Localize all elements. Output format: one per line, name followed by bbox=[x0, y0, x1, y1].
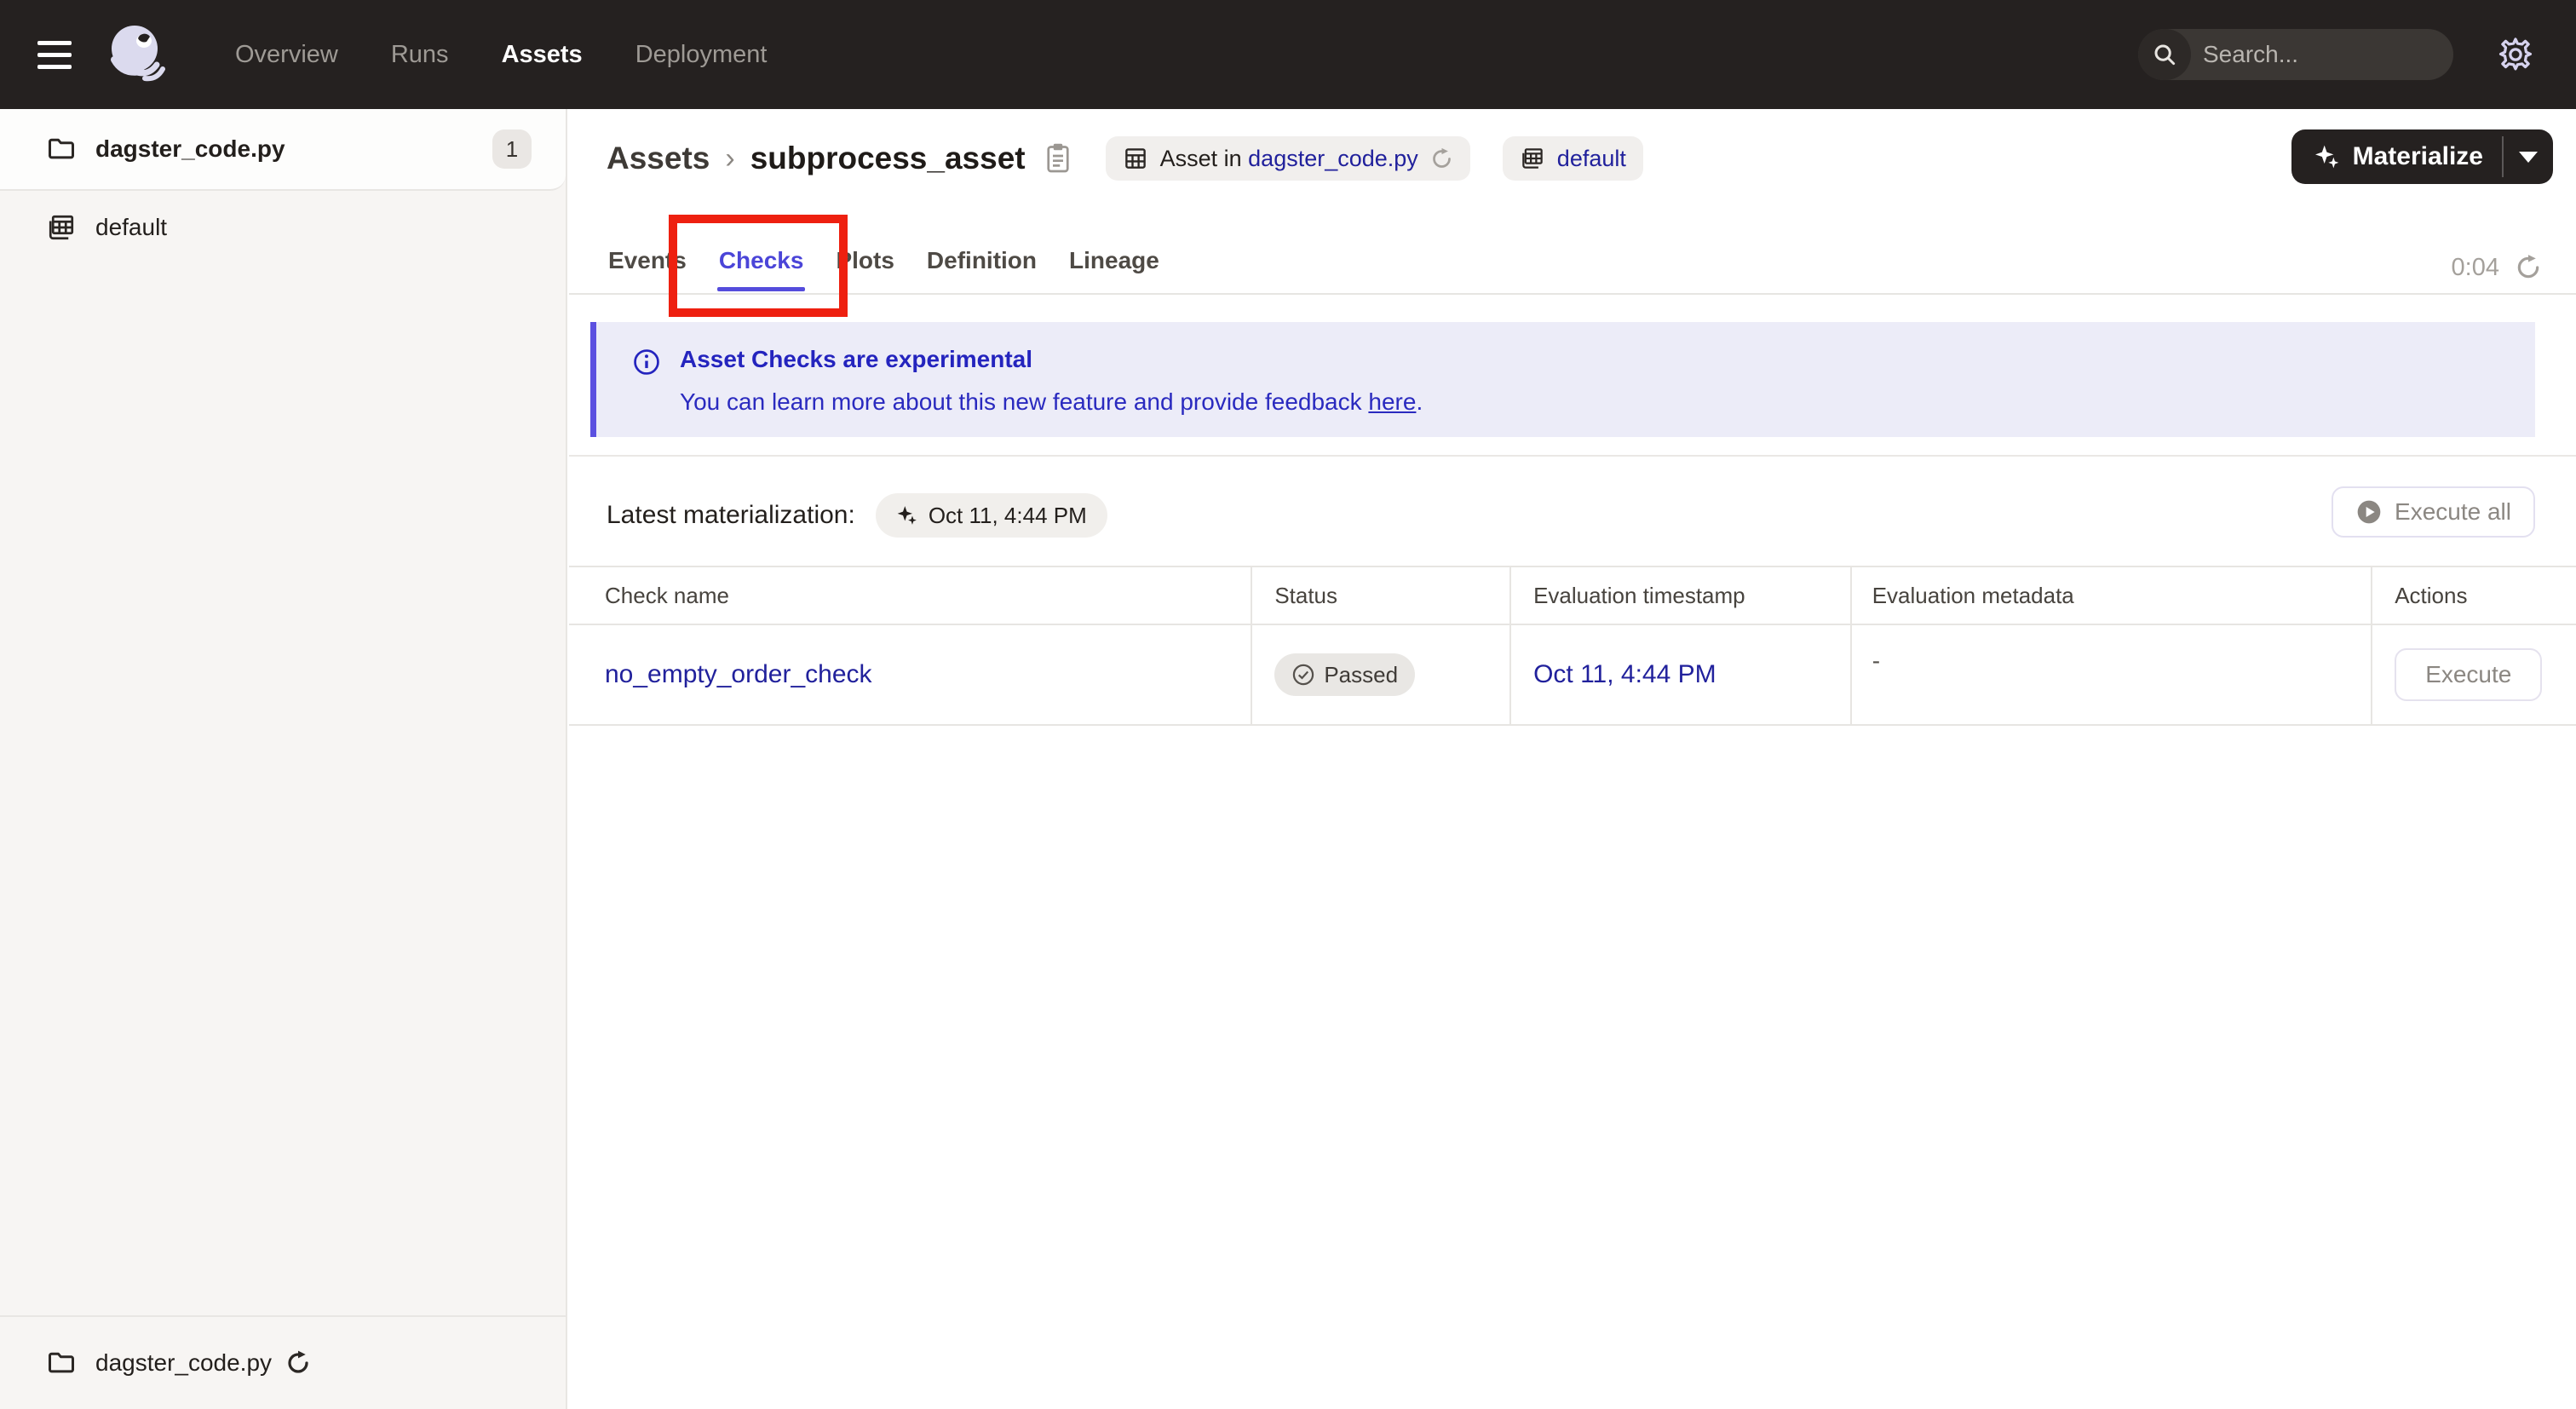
asset-count-badge: 1 bbox=[492, 129, 532, 169]
sidebar-item-default-group[interactable]: default bbox=[0, 191, 566, 264]
tab-checks[interactable]: Checks bbox=[716, 228, 806, 293]
tabs-divider bbox=[569, 293, 2576, 295]
asset-tabs: Events Checks Plots Definition Lineage bbox=[607, 228, 1161, 293]
code-location-link[interactable]: dagster_code.py bbox=[1248, 146, 1418, 172]
chevron-down-icon bbox=[2519, 151, 2538, 163]
latest-materialization-row: Latest materialization: Oct 11, 4:44 PM bbox=[607, 490, 1107, 541]
play-circle-icon bbox=[2357, 500, 2381, 524]
materialize-dropdown-button[interactable] bbox=[2504, 129, 2553, 184]
latest-materialization-label: Latest materialization: bbox=[607, 501, 855, 529]
dagster-logo-icon[interactable] bbox=[106, 22, 170, 87]
folder-icon bbox=[49, 1352, 74, 1373]
breadcrumb-assets-link[interactable]: Assets bbox=[607, 141, 710, 176]
breadcrumb: Assets › subprocess_asset Asset in dagst… bbox=[607, 128, 1643, 189]
section-divider bbox=[569, 455, 2576, 457]
asset-group-icon bbox=[49, 215, 74, 240]
search-icon bbox=[2138, 29, 2191, 80]
feedback-link[interactable]: here bbox=[1368, 388, 1416, 415]
page-title: subprocess_asset bbox=[750, 141, 1026, 175]
search-box[interactable]: / bbox=[2138, 29, 2453, 80]
execute-button[interactable]: Execute bbox=[2395, 648, 2543, 701]
asset-location-tag: Asset in dagster_code.py bbox=[1105, 136, 1470, 181]
column-header-evaluation-timestamp: Evaluation timestamp bbox=[1511, 567, 1852, 624]
tab-lineage[interactable]: Lineage bbox=[1067, 228, 1161, 293]
sidebar-footer: dagster_code.py bbox=[0, 1315, 566, 1409]
asset-groups-sidebar: dagster_code.py 1 default dagster_code.p… bbox=[0, 109, 567, 1409]
materialize-label: Materialize bbox=[2352, 142, 2483, 170]
nav-item-runs[interactable]: Runs bbox=[391, 41, 449, 69]
tab-events[interactable]: Events bbox=[607, 228, 688, 293]
grid-icon bbox=[1124, 148, 1146, 169]
hamburger-menu-icon[interactable] bbox=[37, 40, 77, 69]
refresh-timer: 0:04 bbox=[2452, 250, 2542, 285]
sidebar-item-label: default bbox=[95, 214, 168, 240]
settings-gear-icon[interactable] bbox=[2496, 35, 2535, 74]
info-icon bbox=[634, 349, 659, 375]
materialization-timestamp-badge[interactable]: Oct 11, 4:44 PM bbox=[875, 493, 1107, 538]
tab-definition[interactable]: Definition bbox=[925, 228, 1038, 293]
checks-table-header: Check name Status Evaluation timestamp E… bbox=[569, 566, 2576, 625]
refresh-page-icon[interactable] bbox=[2515, 254, 2542, 281]
column-header-check-name: Check name bbox=[569, 567, 1253, 624]
checks-table: Check name Status Evaluation timestamp E… bbox=[569, 566, 2576, 726]
execute-all-label: Execute all bbox=[2395, 498, 2511, 525]
top-nav-menu: Overview Runs Assets Deployment bbox=[235, 41, 767, 69]
sparkle-icon bbox=[897, 506, 917, 525]
tab-plots[interactable]: Plots bbox=[834, 228, 895, 293]
column-header-status: Status bbox=[1252, 567, 1512, 624]
asset-group-tag: default bbox=[1502, 136, 1643, 181]
copy-asset-name-icon[interactable] bbox=[1043, 141, 1073, 175]
nav-item-deployment[interactable]: Deployment bbox=[635, 41, 768, 69]
banner-title: Asset Checks are experimental bbox=[680, 346, 1032, 372]
column-header-evaluation-metadata: Evaluation metadata bbox=[1852, 567, 2373, 624]
tag-prefix: Asset in bbox=[1159, 145, 1242, 171]
check-circle-icon bbox=[1293, 664, 1314, 686]
banner-body: You can learn more about this new featur… bbox=[680, 388, 1423, 415]
materialize-button[interactable]: Materialize bbox=[2291, 129, 2553, 184]
asset-group-icon bbox=[1522, 148, 1543, 169]
top-navigation-bar: Overview Runs Assets Deployment / bbox=[0, 0, 2576, 109]
refresh-icon[interactable] bbox=[1430, 147, 1453, 170]
status-badge: Passed bbox=[1274, 653, 1416, 696]
column-header-actions: Actions bbox=[2395, 582, 2468, 608]
search-input[interactable] bbox=[2191, 41, 2453, 68]
nav-item-assets[interactable]: Assets bbox=[502, 41, 583, 69]
timer-value: 0:04 bbox=[2451, 253, 2499, 281]
main-content: Assets › subprocess_asset Asset in dagst… bbox=[569, 109, 2576, 1409]
breadcrumb-separator: › bbox=[725, 141, 735, 175]
sidebar-item-dagster-code[interactable]: dagster_code.py 1 bbox=[0, 109, 566, 191]
sparkle-icon bbox=[2314, 145, 2338, 169]
table-row: no_empty_order_check Passed Oct 11, 4:44… bbox=[569, 625, 2576, 726]
asset-group-link[interactable]: default bbox=[1557, 146, 1626, 172]
evaluation-metadata-value: - bbox=[1872, 647, 1881, 674]
nav-item-overview[interactable]: Overview bbox=[235, 41, 338, 69]
execute-all-button[interactable]: Execute all bbox=[2332, 486, 2535, 538]
status-label: Passed bbox=[1324, 661, 1399, 687]
folder-icon bbox=[49, 138, 74, 159]
evaluation-timestamp-link[interactable]: Oct 11, 4:44 PM bbox=[1533, 660, 1716, 689]
reload-code-location-icon[interactable] bbox=[285, 1350, 311, 1376]
sidebar-item-label: dagster_code.py bbox=[95, 135, 285, 162]
experimental-banner: Asset Checks are experimental You can le… bbox=[590, 322, 2535, 437]
sidebar-footer-label: dagster_code.py bbox=[95, 1349, 273, 1376]
dagster-asset-checks-page: Overview Runs Assets Deployment / dags bbox=[0, 0, 2576, 1409]
materialization-timestamp: Oct 11, 4:44 PM bbox=[928, 502, 1087, 528]
check-name-link[interactable]: no_empty_order_check bbox=[605, 660, 872, 689]
